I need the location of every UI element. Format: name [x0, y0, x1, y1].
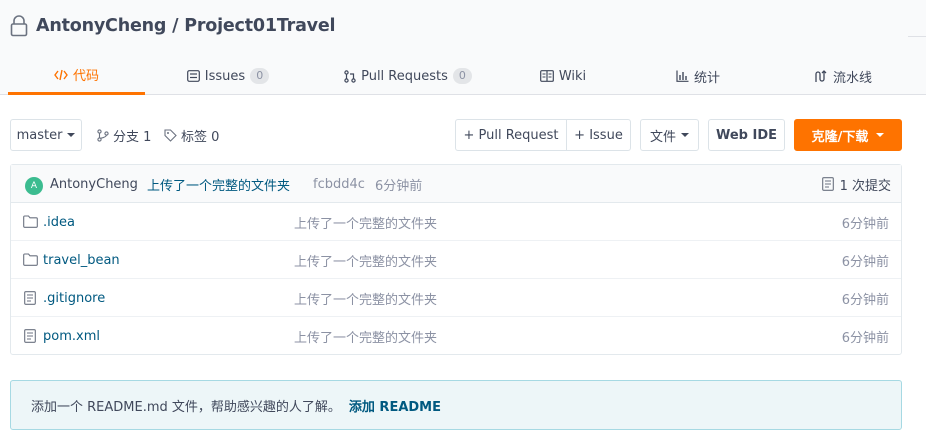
- new-issue-button[interactable]: + Issue: [566, 119, 631, 151]
- clone-download-button[interactable]: 克隆/下载: [794, 119, 902, 151]
- folder-icon: [23, 253, 38, 266]
- branch-select[interactable]: master: [10, 119, 82, 151]
- tab-stats[interactable]: 统计: [668, 57, 728, 95]
- tab-label: Issues: [204, 68, 246, 84]
- file-commit-message[interactable]: 上传了一个完整的文件夹: [294, 279, 437, 317]
- file-name[interactable]: pom.xml: [43, 317, 100, 355]
- file-time: 6分钟前: [841, 216, 889, 232]
- readme-prompt-text: 添加一个 README.md 文件，帮助感兴趣的人了解。: [31, 399, 341, 415]
- web-ide-button[interactable]: Web IDE: [708, 119, 785, 151]
- commit-count-link[interactable]: 1 次提交: [821, 165, 891, 203]
- repo-toolbar: master 分支 1 标签 0 + Pull Request + Issue …: [10, 119, 902, 151]
- commit-message[interactable]: 上传了一个完整的文件夹: [147, 165, 290, 203]
- commit-hash[interactable]: fcbdd4c: [313, 165, 365, 203]
- file-commit-message[interactable]: 上传了一个完整的文件夹: [294, 241, 437, 279]
- readme-prompt: 添加一个 README.md 文件，帮助感兴趣的人了解。 添加 README: [10, 380, 902, 430]
- tab-label: 流水线: [832, 70, 872, 86]
- folder-icon: [23, 215, 38, 228]
- chevron-down-icon: [876, 133, 885, 137]
- clone-download-label: 克隆/下载: [811, 129, 869, 145]
- chevron-down-icon: [681, 133, 689, 137]
- file-name[interactable]: .gitignore: [43, 279, 105, 317]
- file-commit-message[interactable]: 上传了一个完整的文件夹: [294, 203, 437, 241]
- file-icon: [24, 329, 36, 343]
- file-icon: [24, 291, 36, 305]
- tab-issues[interactable]: Issues 0: [178, 57, 278, 95]
- file-commit-message[interactable]: 上传了一个完整的文件夹: [294, 317, 437, 355]
- divider: [908, 36, 926, 37]
- branch-icon: [97, 128, 109, 142]
- file-menu-label: 文件: [649, 129, 676, 145]
- commit-count-label: 1 次提交: [839, 178, 891, 194]
- commit-author[interactable]: AntonyCheng: [50, 165, 138, 203]
- tab-label: Wiki: [558, 68, 587, 84]
- new-pull-request-button[interactable]: + Pull Request: [455, 119, 567, 151]
- issues-count-badge: 0: [250, 68, 270, 84]
- file-menu-button[interactable]: 文件: [640, 119, 699, 151]
- issues-icon: [186, 70, 200, 82]
- document-icon: [821, 177, 834, 191]
- tab-label: 代码: [72, 69, 99, 84]
- chevron-down-icon: [67, 133, 76, 137]
- file-time: 6分钟前: [841, 292, 889, 308]
- tags-label: 标签 0: [181, 129, 220, 145]
- file-name[interactable]: .idea: [43, 203, 75, 241]
- tab-label: Pull Requests: [361, 68, 448, 84]
- lock-icon: [10, 15, 28, 37]
- file-time: 6分钟前: [841, 330, 889, 346]
- tab-pipeline[interactable]: 流水线: [803, 57, 883, 95]
- tab-label: 统计: [693, 70, 720, 86]
- bar-chart-icon: [676, 70, 689, 82]
- commit-time: 6分钟前: [375, 178, 423, 194]
- file-name[interactable]: travel_bean: [43, 241, 120, 279]
- file-list: A AntonyCheng 上传了一个完整的文件夹 fcbdd4c 6分钟前 1…: [10, 164, 902, 355]
- repo-tabs: 代码 Issues 0 Pull Requests 0 Wiki 统计 流水线: [8, 57, 926, 95]
- repo-header: AntonyCheng / Project01Travel 代码 Issues …: [0, 0, 926, 95]
- tags-link[interactable]: 标签 0: [164, 119, 219, 151]
- book-icon: [539, 70, 554, 82]
- tab-wiki[interactable]: Wiki: [533, 57, 593, 95]
- file-row[interactable]: travel_bean 上传了一个完整的文件夹 6分钟前: [11, 241, 901, 279]
- file-row[interactable]: pom.xml 上传了一个完整的文件夹 6分钟前: [11, 317, 901, 355]
- add-readme-link[interactable]: 添加 README: [349, 396, 441, 415]
- pipeline-icon: [815, 69, 827, 82]
- repo-title-row: AntonyCheng / Project01Travel: [10, 13, 336, 39]
- pull-request-icon: [344, 69, 356, 83]
- branches-label: 分支 1: [113, 129, 152, 145]
- file-row[interactable]: .idea 上传了一个完整的文件夹 6分钟前: [11, 203, 901, 241]
- pr-count-badge: 0: [452, 68, 472, 84]
- avatar[interactable]: A: [25, 177, 43, 195]
- branch-name: master: [16, 127, 63, 143]
- file-time: 6分钟前: [841, 254, 889, 270]
- tab-code[interactable]: 代码: [8, 57, 145, 95]
- repo-title[interactable]: AntonyCheng / Project01Travel: [36, 16, 336, 36]
- file-row[interactable]: .gitignore 上传了一个完整的文件夹 6分钟前: [11, 279, 901, 317]
- latest-commit-bar: A AntonyCheng 上传了一个完整的文件夹 fcbdd4c 6分钟前 1…: [11, 165, 901, 203]
- tab-pull-requests[interactable]: Pull Requests 0: [338, 57, 478, 95]
- branches-link[interactable]: 分支 1: [97, 119, 151, 151]
- tag-icon: [164, 128, 177, 142]
- code-icon: [54, 69, 68, 80]
